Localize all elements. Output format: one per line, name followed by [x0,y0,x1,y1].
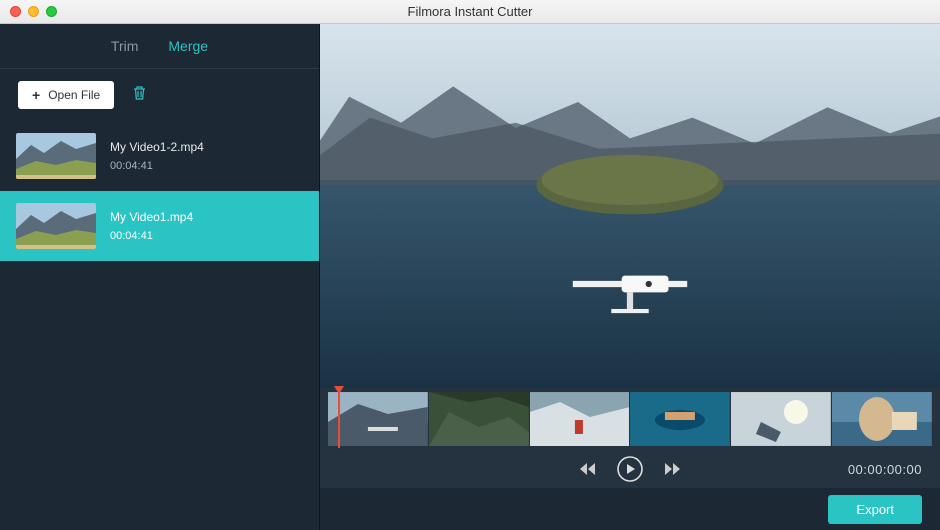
main-panel: 00:00:00:00 Export [320,24,940,530]
footer: Export [320,488,940,530]
open-file-button[interactable]: + Open File [18,81,114,109]
clip-name: My Video1-2.mp4 [110,140,204,154]
trash-icon[interactable] [132,85,147,106]
clip-thumbnail [16,133,96,179]
clip-duration: 00:04:41 [110,230,193,242]
clip-duration: 00:04:41 [110,160,204,172]
timeline-frame [328,392,428,446]
timeline-frame [630,392,730,446]
close-icon[interactable] [10,6,21,17]
clip-thumbnail [16,203,96,249]
sidebar-toolbar: + Open File [0,69,319,121]
tab-trim[interactable]: Trim [111,38,138,54]
video-preview[interactable] [320,24,940,388]
clip-name: My Video1.mp4 [110,210,193,224]
timeline[interactable] [320,388,940,450]
clip-list: My Video1-2.mp4 00:04:41 My Video1.mp4 0… [0,121,319,530]
timeline-frame [731,392,831,446]
play-button[interactable] [617,456,643,482]
playback-controls: 00:00:00:00 [320,450,940,488]
open-file-label: Open File [48,88,100,102]
prev-frame-button[interactable] [579,462,595,476]
playhead-icon[interactable] [338,390,340,448]
timeline-frame [832,392,932,446]
minimize-icon[interactable] [28,6,39,17]
window-controls [10,6,57,17]
plus-icon: + [32,87,40,103]
list-item[interactable]: My Video1.mp4 00:04:41 [0,191,319,261]
list-item[interactable]: My Video1-2.mp4 00:04:41 [0,121,319,191]
tab-merge[interactable]: Merge [168,38,208,54]
export-button[interactable]: Export [828,495,922,524]
window-title: Filmora Instant Cutter [0,4,940,19]
maximize-icon[interactable] [46,6,57,17]
mode-tabs: Trim Merge [0,24,319,69]
next-frame-button[interactable] [665,462,681,476]
timecode: 00:00:00:00 [848,462,922,477]
sidebar: Trim Merge + Open File My Video1-2.mp4 0… [0,24,320,530]
timeline-strip [328,392,932,446]
timeline-frame [429,392,529,446]
titlebar: Filmora Instant Cutter [0,0,940,24]
timeline-frame [530,392,630,446]
